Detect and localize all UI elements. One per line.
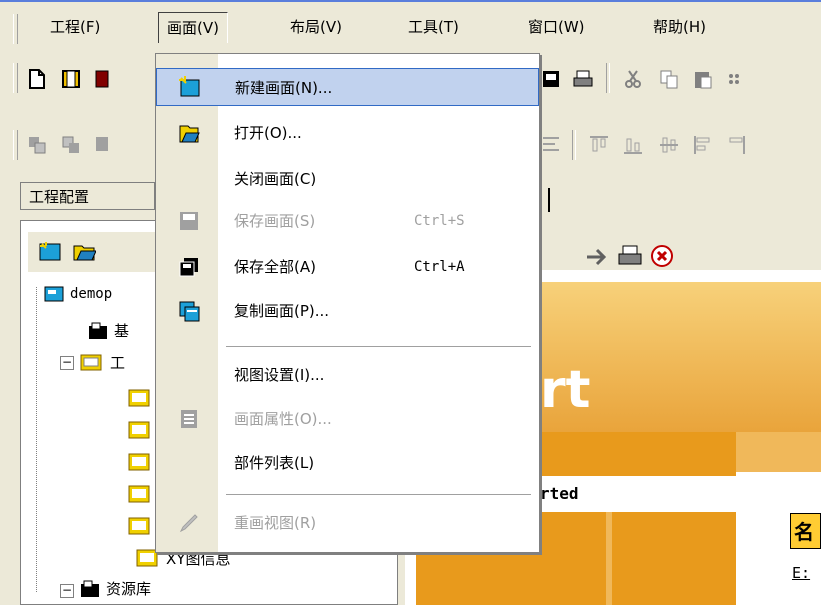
menu-item-close-screen[interactable]: 关闭画面(C) xyxy=(156,160,539,198)
tree-item-resources[interactable]: 资源库 xyxy=(106,578,151,599)
new-file-icon[interactable] xyxy=(26,68,48,90)
menu-bar: 工程(F) 画面(V) 布局(V) 工具(T) 窗口(W) 帮助(H) xyxy=(0,0,821,54)
new-screen-icon xyxy=(179,76,200,97)
open-screen-tree-icon[interactable] xyxy=(72,240,96,264)
menu-help[interactable]: 帮助(H) xyxy=(645,12,714,42)
folder-icon xyxy=(80,354,102,371)
align-left-icon[interactable] xyxy=(692,134,714,156)
menu-item-view-settings[interactable]: 视图设置(I)... xyxy=(156,356,539,394)
screen-icon xyxy=(128,453,150,471)
menu-item-label: 视图设置(I)... xyxy=(234,366,325,384)
menu-item-new-screen[interactable]: 新建画面(N)... xyxy=(156,68,539,106)
print-icon[interactable] xyxy=(572,68,594,90)
grid-dots-icon[interactable] xyxy=(725,68,747,90)
splitter[interactable] xyxy=(548,188,550,212)
save-all-icon xyxy=(179,258,198,277)
project-icon xyxy=(44,286,64,302)
menu-item-shortcut: Ctrl+S xyxy=(414,213,465,229)
menu-separator xyxy=(226,494,531,495)
menu-window[interactable]: 窗口(W) xyxy=(520,12,593,42)
menu-item-label: 新建画面(N)... xyxy=(235,79,333,97)
menu-separator xyxy=(226,346,531,347)
menu-item-shortcut: Ctrl+A xyxy=(414,259,465,275)
align-icon[interactable] xyxy=(540,134,562,156)
new-screen-tree-icon[interactable] xyxy=(38,240,62,264)
menu-item-label: 画面属性(O)... xyxy=(234,410,332,428)
menu-tools[interactable]: 工具(T) xyxy=(400,12,467,42)
toolbar-grip[interactable] xyxy=(13,130,18,160)
menu-item-label: 复制画面(P)... xyxy=(234,302,330,320)
align-bottom-icon[interactable] xyxy=(622,134,644,156)
disk-icon[interactable] xyxy=(540,68,562,90)
menu-project[interactable]: 工程(F) xyxy=(42,12,108,42)
screen-icon xyxy=(128,421,150,439)
preview-name-header: 名 xyxy=(790,513,821,549)
menu-item-save-all[interactable]: 保存全部(A) Ctrl+A xyxy=(156,248,539,286)
preview-right-top xyxy=(736,432,821,472)
paste-icon[interactable] xyxy=(692,68,714,90)
tree-line xyxy=(36,287,38,592)
menu-item-label: 关闭画面(C) xyxy=(234,170,317,188)
arrow-right-icon[interactable] xyxy=(585,246,609,268)
tree-item-screens[interactable]: 工 xyxy=(110,352,125,373)
save-toolbar-icon[interactable] xyxy=(93,68,115,90)
print-preview-icon[interactable] xyxy=(617,244,643,268)
group-icon[interactable] xyxy=(93,134,115,156)
toolbar-separator xyxy=(606,63,610,93)
align-right-icon[interactable] xyxy=(725,134,747,156)
send-back-icon[interactable] xyxy=(60,134,82,156)
align-middle-icon[interactable] xyxy=(658,134,680,156)
menubar-grip[interactable] xyxy=(13,14,18,44)
open-icon xyxy=(179,125,200,143)
preview-started-text: rted xyxy=(540,484,579,503)
screen-icon xyxy=(128,389,150,407)
save-icon xyxy=(180,212,198,230)
tree-item-project[interactable]: demop xyxy=(70,286,112,302)
open-book-icon[interactable] xyxy=(60,68,82,90)
menu-item-component-list[interactable]: 部件列表(L) xyxy=(156,444,539,482)
menu-item-label: 保存画面(S) xyxy=(234,212,316,230)
screen-menu-dropdown: 新建画面(N)... 打开(O)... 关闭画面(C) 保存画面(S) Ctrl… xyxy=(155,53,540,553)
menu-item-label: 重画视图(R) xyxy=(234,514,317,532)
copy-screen-icon xyxy=(179,301,200,322)
menu-item-label: 部件列表(L) xyxy=(234,454,315,472)
cut-icon[interactable] xyxy=(622,68,644,90)
folder-icon xyxy=(89,322,107,339)
tree-collapse-toggle[interactable]: − xyxy=(60,584,74,598)
bring-front-icon[interactable] xyxy=(26,134,48,156)
preview-title: rt xyxy=(540,360,591,420)
menu-item-open[interactable]: 打开(O)... xyxy=(156,114,539,152)
screen-icon xyxy=(128,517,150,535)
menu-item-copy-screen[interactable]: 复制画面(P)... xyxy=(156,292,539,330)
menu-item-redraw-view[interactable]: 重画视图(R) xyxy=(156,504,539,542)
properties-icon xyxy=(181,410,197,428)
toolbar-separator xyxy=(572,130,576,160)
menu-item-label: 打开(O)... xyxy=(234,124,302,142)
close-circle-icon[interactable] xyxy=(650,244,674,268)
tree-item-basic[interactable]: 基 xyxy=(114,320,129,341)
menu-layout[interactable]: 布局(V) xyxy=(282,12,350,42)
toolbar-grip[interactable] xyxy=(13,63,18,93)
align-top-icon[interactable] xyxy=(588,134,610,156)
menu-item-label: 保存全部(A) xyxy=(234,258,316,276)
folder-icon xyxy=(81,580,99,597)
menu-item-screen-properties[interactable]: 画面属性(O)... xyxy=(156,400,539,438)
tree-collapse-toggle[interactable]: − xyxy=(60,356,74,370)
screen-icon xyxy=(128,485,150,503)
tab-project-config[interactable]: 工程配置 xyxy=(20,182,155,210)
redraw-icon xyxy=(179,514,198,533)
copy-icon[interactable] xyxy=(658,68,680,90)
menu-item-save-screen[interactable]: 保存画面(S) Ctrl+S xyxy=(156,202,539,240)
menu-screen[interactable]: 画面(V) xyxy=(158,12,228,43)
preview-path-link[interactable]: E: xyxy=(792,564,810,582)
